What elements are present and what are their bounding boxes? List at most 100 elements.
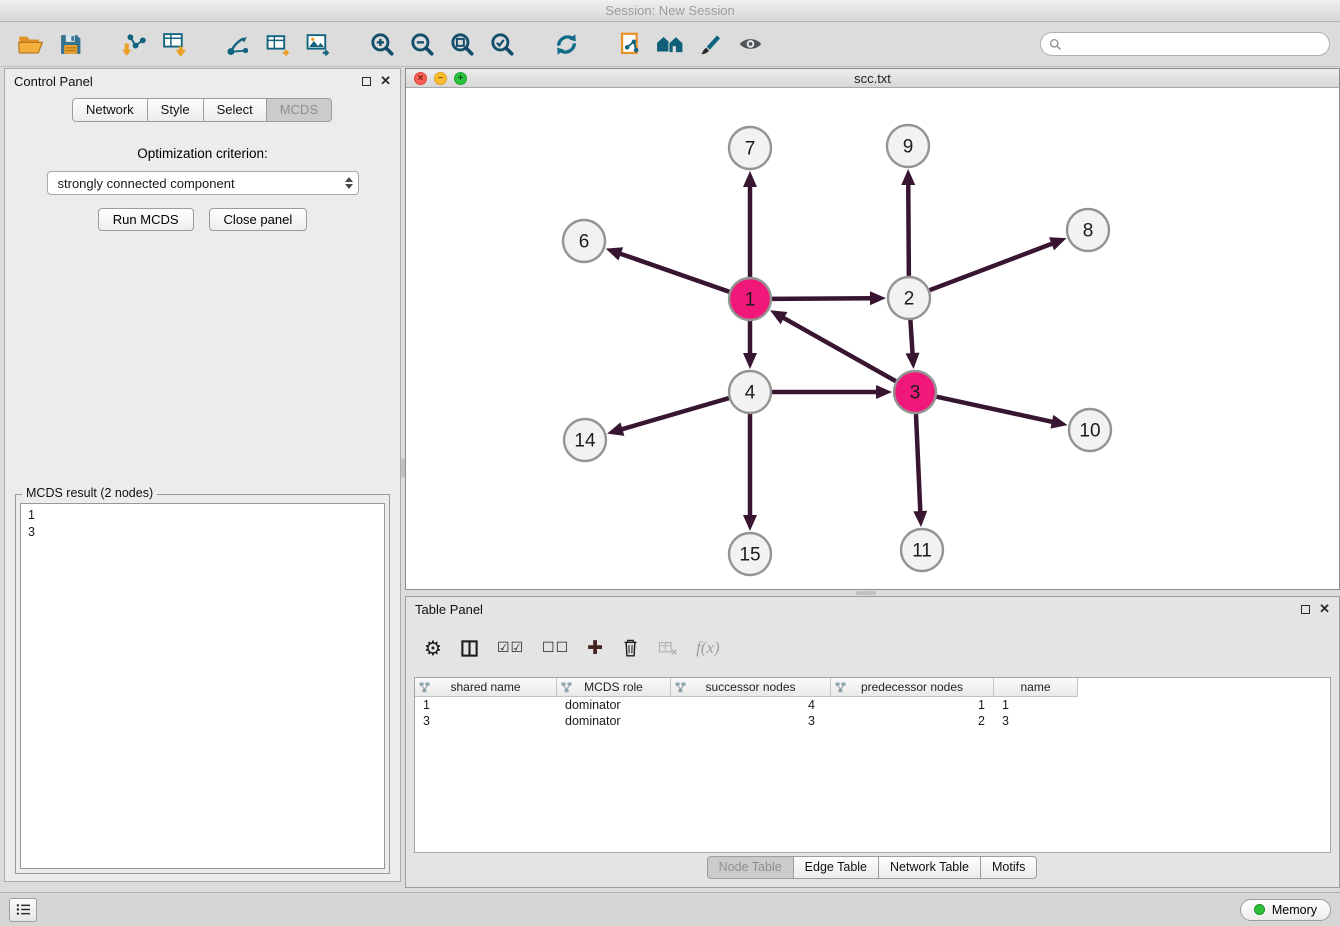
graph-node-1[interactable]: 1	[729, 278, 771, 320]
show-panels-button[interactable]	[9, 898, 37, 922]
zoom-fit-button[interactable]	[442, 25, 482, 63]
unselect-all-button[interactable]: ☐☐	[542, 640, 569, 656]
tab-network-table[interactable]: Network Table	[878, 856, 981, 879]
tab-node-table[interactable]: Node Table	[707, 856, 794, 879]
edge-arrowhead-1-6	[606, 247, 623, 260]
graph-node-8[interactable]: 8	[1067, 209, 1109, 251]
zoom-selected-button[interactable]	[482, 25, 522, 63]
zoom-out-button[interactable]	[402, 25, 442, 63]
edge-3-11[interactable]	[916, 414, 920, 513]
graph-node-15[interactable]: 15	[729, 533, 771, 575]
column-label: MCDS role	[584, 680, 643, 694]
tab-mcds[interactable]: MCDS	[266, 98, 332, 122]
graph-node-4[interactable]: 4	[729, 371, 771, 413]
vertical-splitter-handle[interactable]	[401, 458, 405, 478]
select-all-button[interactable]: ☑☑	[497, 640, 524, 656]
close-window-icon[interactable]: ×	[414, 72, 427, 85]
network-window-titlebar[interactable]: × − + scc.txt	[406, 69, 1339, 88]
column-header-name[interactable]: name	[994, 678, 1078, 697]
edge-arrowhead-1-2	[870, 291, 886, 305]
apply-style-button[interactable]	[690, 25, 730, 63]
import-table-button[interactable]	[154, 25, 194, 63]
minimize-window-icon[interactable]: −	[434, 72, 447, 85]
ndex-homes-button[interactable]	[650, 25, 690, 63]
plus-icon: ✚	[587, 637, 603, 659]
export-network-button[interactable]	[218, 25, 258, 63]
table-settings-button[interactable]: ⚙	[424, 638, 442, 658]
graph-node-3[interactable]: 3	[894, 371, 936, 413]
edge-3-10[interactable]	[936, 397, 1053, 422]
graph-node-7[interactable]: 7	[729, 127, 771, 169]
edge-4-14[interactable]	[621, 398, 729, 430]
float-table-panel-icon[interactable]	[1301, 605, 1310, 614]
column-label: shared name	[450, 680, 520, 694]
houses-icon	[656, 31, 684, 57]
open-session-button[interactable]	[10, 25, 50, 63]
network-from-selection-button[interactable]	[610, 25, 650, 63]
tab-edge-table[interactable]: Edge Table	[793, 856, 879, 879]
edge-3-1[interactable]	[782, 317, 896, 381]
export-image-button[interactable]	[298, 25, 338, 63]
show-columns-button[interactable]	[460, 639, 479, 658]
zoom-in-button[interactable]	[362, 25, 402, 63]
search-box	[1040, 32, 1330, 56]
tab-motifs[interactable]: Motifs	[980, 856, 1037, 879]
delete-table-button[interactable]	[658, 639, 678, 657]
column-header-mcds-role[interactable]: MCDS role	[557, 678, 671, 697]
delete-column-button[interactable]	[621, 638, 640, 659]
tab-select[interactable]: Select	[203, 98, 267, 122]
table-row[interactable]: 1 dominator 4 1 1	[415, 697, 1330, 713]
graph-node-2[interactable]: 2	[888, 277, 930, 319]
function-builder-button[interactable]: f(x)	[696, 638, 720, 658]
table-panel-header: Table Panel ✕	[406, 597, 1339, 621]
tab-network[interactable]: Network	[72, 98, 148, 122]
apply-layout-button[interactable]	[546, 25, 586, 63]
control-panel-title: Control Panel	[14, 74, 93, 89]
cell-name: 3	[994, 714, 1078, 728]
export-table-button[interactable]	[258, 25, 298, 63]
edge-1-6[interactable]	[619, 253, 729, 292]
memory-button[interactable]: Memory	[1240, 899, 1331, 921]
edge-1-2[interactable]	[772, 298, 872, 299]
eye-toggle-button[interactable]	[730, 25, 770, 63]
mcds-result-group: MCDS result (2 nodes) 1 3	[15, 494, 390, 874]
horizontal-splitter-handle[interactable]	[856, 591, 876, 595]
column-header-successor-nodes[interactable]: successor nodes	[671, 678, 831, 697]
mcds-result-list[interactable]: 1 3	[20, 503, 385, 869]
cell-shared-name: 3	[415, 714, 557, 728]
graph-node-11[interactable]: 11	[901, 529, 943, 571]
graph-node-14[interactable]: 14	[564, 419, 606, 461]
graph-node-10[interactable]: 10	[1069, 409, 1111, 451]
network-window: × − + scc.txt 7 9 6 8 1 2 4 3 14 10 15 11	[405, 68, 1340, 590]
tab-style[interactable]: Style	[147, 98, 204, 122]
close-table-panel-icon[interactable]: ✕	[1319, 604, 1330, 614]
memory-label: Memory	[1272, 903, 1317, 917]
float-panel-icon[interactable]	[362, 77, 371, 86]
edge-arrowhead-2-8	[1049, 237, 1066, 250]
control-panel-tabs: Network Style Select MCDS	[5, 98, 400, 122]
add-column-button[interactable]: ✚	[587, 637, 603, 659]
graph-node-9[interactable]: 9	[887, 125, 929, 167]
import-network-button[interactable]	[114, 25, 154, 63]
column-header-predecessor-nodes[interactable]: predecessor nodes	[831, 678, 994, 697]
close-panel-icon[interactable]: ✕	[380, 76, 391, 86]
column-header-shared-name[interactable]: shared name	[415, 678, 557, 697]
edge-2-3[interactable]	[910, 320, 912, 355]
edge-arrowhead-1-7	[743, 171, 757, 187]
close-panel-button[interactable]: Close panel	[209, 208, 308, 231]
checked-boxes-icon: ☑☑	[497, 640, 524, 656]
table-row[interactable]: 3 dominator 3 2 3	[415, 713, 1330, 729]
run-mcds-button[interactable]: Run MCDS	[98, 208, 194, 231]
control-panel-header: Control Panel ✕	[5, 69, 400, 93]
edge-2-8[interactable]	[930, 243, 1054, 290]
edge-2-9[interactable]	[908, 183, 909, 276]
zoom-window-icon[interactable]: +	[454, 72, 467, 85]
graph-node-6[interactable]: 6	[563, 220, 605, 262]
network-canvas[interactable]: 7 9 6 8 1 2 4 3 14 10 15 11	[406, 88, 1339, 589]
criterion-select[interactable]: strongly connected component	[47, 171, 359, 195]
cell-successor-nodes: 3	[671, 714, 831, 728]
save-session-button[interactable]	[50, 25, 90, 63]
node-label-10: 10	[1079, 421, 1100, 442]
search-input[interactable]	[1062, 37, 1321, 51]
network-window-title: scc.txt	[406, 71, 1339, 86]
